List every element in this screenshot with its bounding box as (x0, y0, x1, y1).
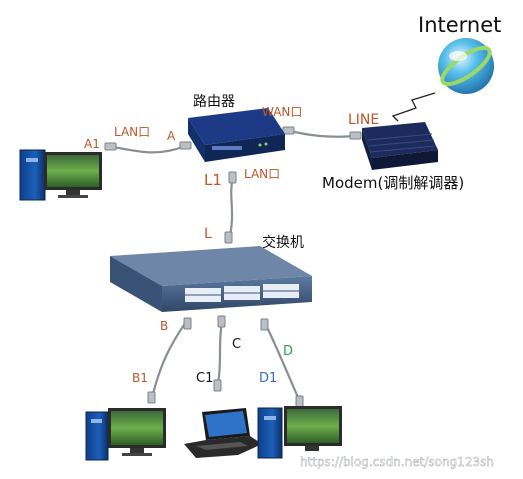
connector-b (183, 317, 192, 330)
laptop-c1-icon (184, 408, 262, 458)
label-a1: A1 (84, 137, 100, 151)
label-d: D (283, 344, 293, 359)
switch-label: 交换机 (262, 234, 304, 251)
computer-d1-icon (257, 406, 342, 459)
connector-line (349, 131, 362, 140)
connector-c (217, 315, 226, 328)
connector-d1 (295, 395, 304, 408)
internet-label: Internet (418, 13, 501, 37)
watermark: https://blog.csdn.net/song123sh (300, 455, 494, 469)
cable-b-b1 (150, 320, 188, 400)
computer-left-icon (19, 149, 102, 201)
cable-c-c1 (216, 320, 224, 386)
wireless-link-icon (391, 92, 436, 122)
connector-l (224, 231, 233, 244)
wan-port-label: WAN口 (262, 105, 302, 119)
connector-d (260, 318, 269, 331)
connector-wan (282, 126, 295, 135)
modem-label: Modem(调制解调器) (322, 174, 464, 192)
cable-wan-line (284, 128, 358, 138)
connector-l1 (228, 171, 237, 184)
computer-b1-icon (85, 408, 166, 461)
network-topology-diagram: Internet LINE Modem(调制解调器) 路由器 WAN口 LAN口… (0, 0, 523, 475)
lan-port-left-label: LAN口 (114, 125, 150, 139)
connector-a1 (104, 142, 117, 151)
label-a: A (167, 129, 176, 143)
cable-l-l1 (227, 176, 235, 242)
label-c: C (232, 337, 241, 352)
cable-d-d1 (264, 323, 302, 404)
connector-a (179, 141, 192, 150)
diagram-canvas: Internet LINE Modem(调制解调器) 路由器 WAN口 LAN口… (19, 13, 501, 469)
switch-icon (110, 246, 312, 312)
connector-b1 (147, 391, 156, 404)
label-l: L (204, 226, 212, 242)
label-b: B (160, 319, 168, 333)
modem-icon (362, 122, 438, 170)
label-d1: D1 (259, 371, 277, 386)
label-l1: L1 (204, 171, 222, 189)
label-c1: C1 (196, 371, 213, 386)
line-label: LINE (348, 112, 379, 128)
label-b1: B1 (132, 371, 148, 385)
connector-c1 (213, 379, 222, 392)
router-label: 路由器 (193, 94, 235, 110)
cable-a-a1 (110, 144, 187, 154)
internet-globe-icon (438, 38, 494, 94)
lan-port-bottom-label: LAN口 (244, 167, 280, 181)
